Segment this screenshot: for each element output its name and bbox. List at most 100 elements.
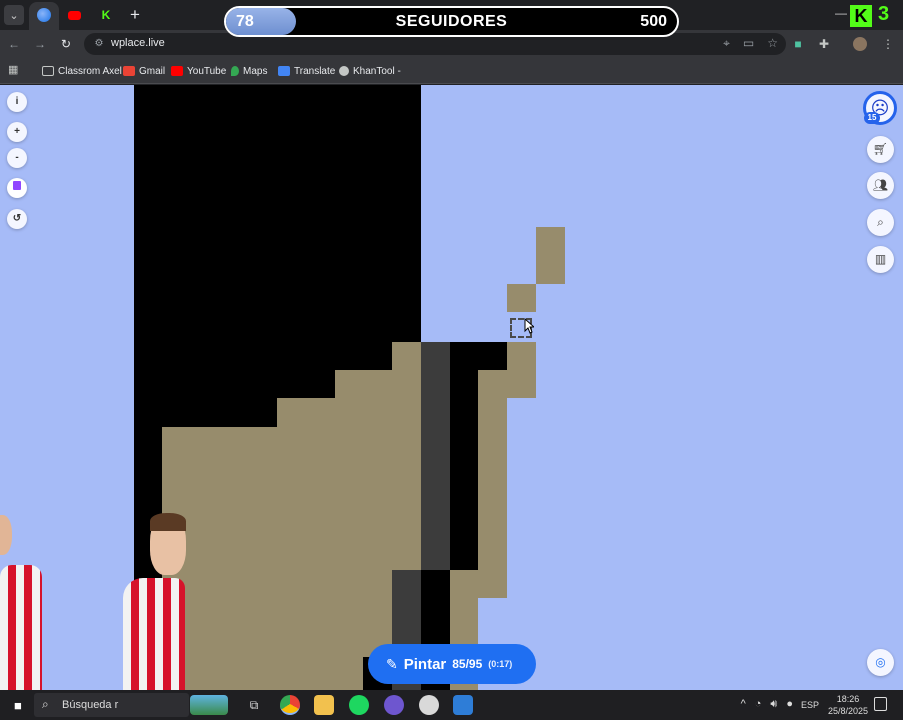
site-info-icon[interactable]: ⚙ xyxy=(92,37,106,51)
clock-date: 25/8/2025 xyxy=(828,706,869,716)
file-explorer-icon[interactable] xyxy=(314,695,334,715)
new-tab-button[interactable]: + xyxy=(125,5,145,25)
chrome-alt-icon[interactable] xyxy=(419,695,439,715)
tab-search-button[interactable]: ⌄ xyxy=(4,5,24,25)
notification-icon[interactable] xyxy=(874,697,887,711)
bookmark-label: KhanTool - xyxy=(353,65,401,77)
globe-icon xyxy=(37,8,51,22)
chevron-up-icon[interactable]: ^ xyxy=(741,698,746,711)
pixel-block xyxy=(536,227,565,284)
tab-youtube[interactable] xyxy=(64,5,84,25)
bookmark-label: Translate xyxy=(294,65,336,77)
bookmark-star-icon[interactable]: ☆ xyxy=(767,36,778,51)
translate-icon xyxy=(278,66,290,76)
task-view-icon[interactable]: ⧉ xyxy=(244,695,264,715)
forward-icon[interactable]: → xyxy=(32,36,48,52)
widgets-landscape-icon[interactable] xyxy=(190,695,228,715)
twitch-icon xyxy=(13,181,21,190)
pixel-canvas[interactable]: i + - ↺ ☹ 15 🛒︎ 👥︎ ⌕ ▥ ◎ ✎ Pintar 85/95 … xyxy=(0,85,903,690)
pixel-block xyxy=(507,342,536,398)
brush-icon: ✎ xyxy=(386,655,398,672)
twitch-button[interactable] xyxy=(7,178,27,198)
followers-title: SEGUIDORES xyxy=(395,13,508,30)
search-icon: ⌕ xyxy=(42,697,49,711)
followers-goal: 500 xyxy=(640,13,667,30)
kick-logo: K xyxy=(850,5,872,27)
tab-wplace[interactable] xyxy=(29,2,59,30)
pixel-block xyxy=(134,398,277,427)
taskbar-search[interactable]: ⌕ Búsqueda r xyxy=(34,693,189,717)
pixel-block xyxy=(421,342,450,570)
bookmark-maps[interactable]: Maps xyxy=(231,63,267,79)
pixel-block xyxy=(478,370,507,598)
maps-pin-icon xyxy=(231,66,239,76)
folder-icon xyxy=(42,66,54,76)
pixel-block xyxy=(134,370,335,398)
back-icon[interactable]: ← xyxy=(6,36,22,52)
extension-icon[interactable]: ■ xyxy=(790,36,806,52)
taskbar: ■ ⌕ Búsqueda r ⧉ ^ ◔ 🔊︎ ● ESP 18:26 25/8… xyxy=(0,690,903,720)
followers-goal-bar: 78 SEGUIDORES 500 xyxy=(224,6,679,37)
clock[interactable]: 18:26 25/8/2025 xyxy=(828,693,868,717)
cast-icon[interactable]: ▭ xyxy=(743,36,754,51)
webcam-person-left xyxy=(0,515,45,690)
network-icon[interactable]: ◔ xyxy=(755,698,762,711)
apps-grid-icon[interactable]: ▦ xyxy=(8,64,20,76)
pixel-block xyxy=(134,85,421,342)
level-badge: 15 xyxy=(864,112,880,124)
bookmark-label: Classrom Axel xyxy=(58,65,122,77)
tab-kick[interactable]: K xyxy=(96,5,116,25)
reload-icon[interactable]: ↻ xyxy=(58,36,74,52)
paint-charges: 85/95 xyxy=(452,657,483,671)
pixel-block xyxy=(277,398,335,690)
url-text[interactable]: wplace.live xyxy=(111,37,165,49)
app-blue-icon[interactable] xyxy=(453,695,473,715)
globe-icon xyxy=(339,66,349,76)
language-indicator[interactable]: ESP xyxy=(801,700,819,710)
bookmark-gmail[interactable]: Gmail xyxy=(123,63,165,79)
info-button[interactable]: i xyxy=(7,92,27,112)
puzzle-icon[interactable]: ✚ xyxy=(816,36,832,52)
bookmark-classroom[interactable]: Classrom Axel xyxy=(42,63,122,79)
menu-kebab-icon[interactable]: ⋮ xyxy=(880,36,896,52)
paint-timer: (0:17) xyxy=(488,659,513,669)
minimize-button[interactable]: — xyxy=(835,6,847,20)
search-button[interactable]: ⌕ xyxy=(867,209,894,236)
zoom-in-button[interactable]: + xyxy=(7,122,27,142)
leaderboard-people-icon: 👥︎ xyxy=(872,178,889,192)
pixel-block xyxy=(392,342,421,570)
leaderboard-button[interactable]: 👥︎ xyxy=(867,172,894,199)
crosshair-icon: ◎ xyxy=(875,655,886,669)
windows-start-icon[interactable]: ■ xyxy=(14,698,22,713)
stats-button[interactable]: ▥ xyxy=(867,246,894,273)
chrome-icon[interactable] xyxy=(280,695,300,715)
bookmark-translate[interactable]: Translate xyxy=(278,63,335,79)
youtube-icon xyxy=(171,66,183,76)
paint-button[interactable]: ✎ Pintar 85/95 (0:17) xyxy=(368,644,536,684)
pixel-block xyxy=(450,342,507,370)
shop-button[interactable]: 🛒︎ xyxy=(867,136,894,163)
bookmark-khantool[interactable]: KhanTool - xyxy=(339,63,401,79)
profile-avatar[interactable] xyxy=(853,37,867,51)
my-location-button[interactable]: ◎ xyxy=(867,649,894,676)
shop-icon: 🛒︎ xyxy=(872,142,889,156)
bookmarks-bar: ▦ Classrom Axel Gmail YouTube Maps Trans… xyxy=(0,58,903,84)
taskbar-search-text: Búsqueda r xyxy=(62,699,119,711)
location-icon[interactable]: ⌖ xyxy=(723,36,730,51)
volume-icon[interactable]: 🔊︎ xyxy=(770,698,777,711)
bookmark-label: Maps xyxy=(243,65,268,77)
app-icon[interactable] xyxy=(384,695,404,715)
spotify-icon[interactable] xyxy=(349,695,369,715)
kick-counter: 3 xyxy=(878,3,890,25)
zoom-out-button[interactable]: - xyxy=(7,148,27,168)
mouse-cursor-icon xyxy=(524,318,534,334)
mic-icon[interactable]: ● xyxy=(786,698,793,711)
bookmark-youtube[interactable]: YouTube xyxy=(171,63,226,79)
kick-icon: K xyxy=(101,8,111,22)
bookmark-label: YouTube xyxy=(187,65,227,77)
history-button[interactable]: ↺ xyxy=(7,209,27,229)
clock-time: 18:26 xyxy=(836,694,860,704)
system-tray: ^ ◔ 🔊︎ ● xyxy=(741,698,793,711)
youtube-icon xyxy=(67,10,81,20)
search-location-icon: ⌕ xyxy=(877,215,884,229)
